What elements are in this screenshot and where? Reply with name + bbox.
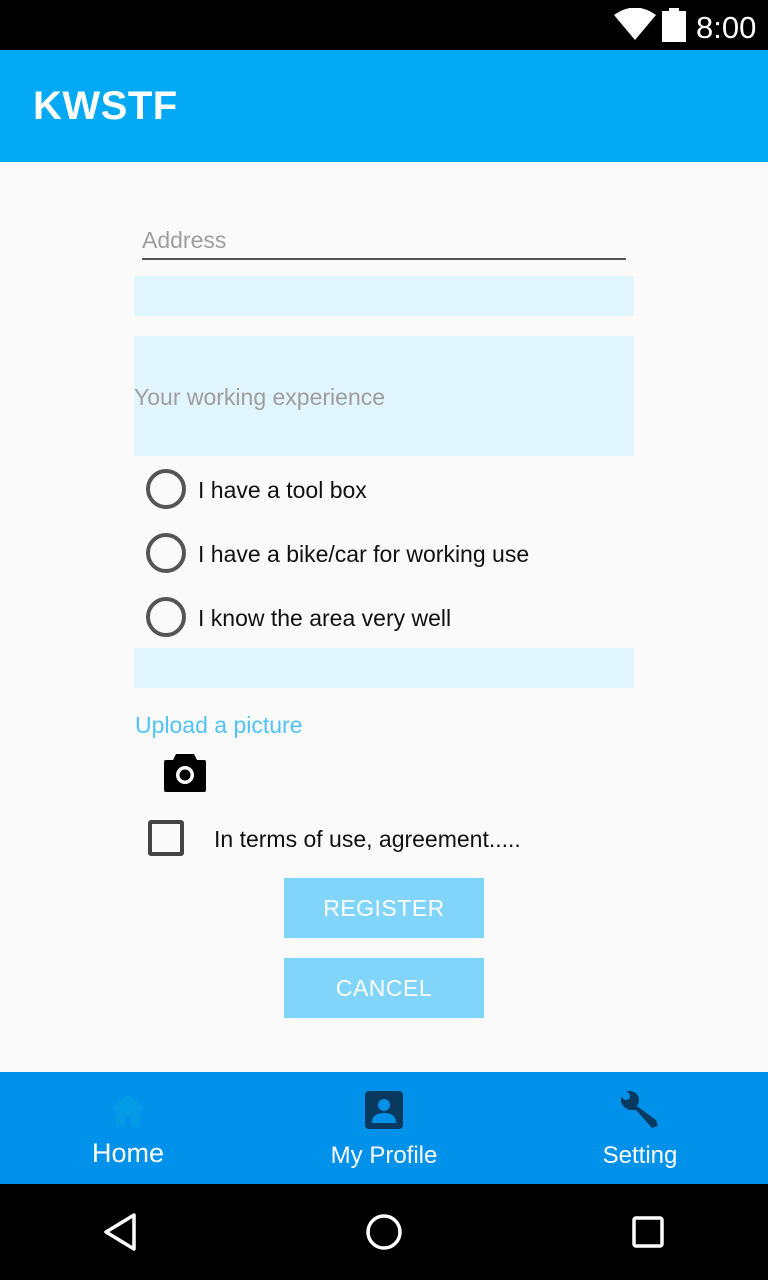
nav-item-home[interactable]: Home bbox=[0, 1072, 256, 1184]
working-experience-field[interactable]: Your working experience bbox=[134, 336, 634, 456]
recent-apps-icon[interactable] bbox=[628, 1212, 668, 1252]
nav-item-my-profile[interactable]: My Profile bbox=[256, 1072, 512, 1184]
cancel-button[interactable]: CANCEL bbox=[284, 958, 484, 1018]
register-button[interactable]: REGISTER bbox=[284, 878, 484, 938]
status-bar: 8:00 bbox=[0, 0, 768, 50]
home-icon bbox=[110, 1094, 146, 1126]
home-circle-icon[interactable] bbox=[364, 1212, 404, 1252]
system-navigation-bar bbox=[0, 1184, 768, 1280]
account-box-icon bbox=[365, 1091, 403, 1129]
working-experience-placeholder: Your working experience bbox=[134, 384, 386, 410]
blank-field-2[interactable] bbox=[134, 648, 634, 688]
option-label: I have a bike/car for working use bbox=[198, 541, 530, 567]
bottom-navigation: Home My Profile Setting bbox=[0, 1072, 768, 1184]
option-label: I know the area very well bbox=[198, 605, 452, 631]
radio-button[interactable] bbox=[146, 469, 186, 509]
address-input[interactable] bbox=[142, 222, 626, 260]
option-bike-car[interactable]: I have a bike/car for working use bbox=[146, 533, 626, 573]
nav-label-home: Home bbox=[91, 1138, 165, 1168]
camera-icon[interactable] bbox=[164, 752, 206, 792]
nav-label-setting: Setting bbox=[602, 1142, 678, 1169]
option-know-area[interactable]: I know the area very well bbox=[146, 597, 626, 637]
status-time: 8:00 bbox=[696, 10, 757, 45]
registration-screen: 8:00 KWSTF Your working experience I hav… bbox=[0, 0, 768, 1280]
nav-label-my-profile: My Profile bbox=[330, 1142, 438, 1169]
option-tool-box[interactable]: I have a tool box bbox=[146, 469, 626, 509]
radio-button[interactable] bbox=[146, 597, 186, 637]
option-label: I have a tool box bbox=[198, 477, 367, 503]
app-bar: KWSTF bbox=[0, 50, 768, 162]
terms-label: In terms of use, agreement..... bbox=[214, 826, 521, 852]
app-title: KWSTF bbox=[33, 84, 178, 128]
terms-checkbox[interactable] bbox=[148, 820, 184, 856]
wrench-icon bbox=[621, 1091, 658, 1128]
blank-field-1[interactable] bbox=[134, 276, 634, 316]
radio-button[interactable] bbox=[146, 533, 186, 573]
upload-picture-label[interactable]: Upload a picture bbox=[135, 712, 303, 739]
nav-item-setting[interactable]: Setting bbox=[512, 1072, 768, 1184]
wifi-icon bbox=[614, 8, 656, 40]
back-icon[interactable] bbox=[100, 1212, 140, 1252]
battery-icon bbox=[662, 8, 686, 42]
